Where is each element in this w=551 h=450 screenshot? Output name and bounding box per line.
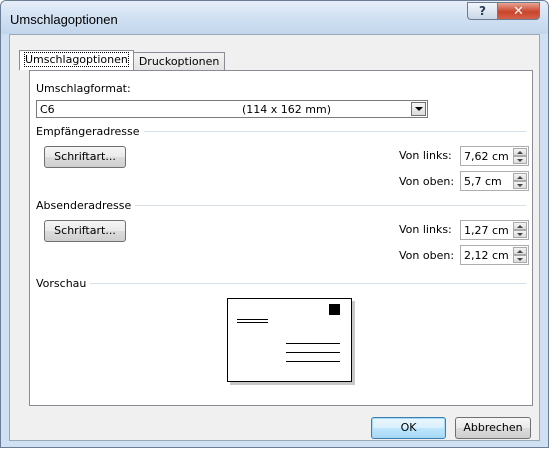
sender-from-top-value: 2,12 cm <box>464 249 509 262</box>
spin-down-icon[interactable] <box>513 255 527 263</box>
recipient-from-top-value: 5,7 cm <box>464 175 502 188</box>
sender-from-top-field[interactable]: 2,12 cm <box>460 245 529 265</box>
title-bar[interactable]: Umschlagoptionen ? ✕ <box>1 1 548 34</box>
tab-strip: Umschlagoptionen Druckoptionen <box>19 50 226 71</box>
spin-down-icon[interactable] <box>513 230 527 238</box>
close-icon: ✕ <box>513 3 524 19</box>
recipient-from-left-field[interactable]: 7,62 cm <box>460 146 529 166</box>
sender-group: Absenderadresse <box>36 199 526 212</box>
tab-druckoptionen[interactable]: Druckoptionen <box>132 52 226 70</box>
recipient-from-top-label: Von oben: <box>399 175 455 188</box>
help-button[interactable]: ? <box>467 2 497 20</box>
sender-from-top-label: Von oben: <box>399 249 455 262</box>
recipient-address-line <box>286 361 340 362</box>
window-title: Umschlagoptionen <box>10 12 118 27</box>
envelope-format-label: Umschlagformat: <box>36 82 131 95</box>
sender-from-left-field[interactable]: 1,27 cm <box>460 220 529 240</box>
help-icon: ? <box>479 4 486 18</box>
stamp-icon <box>329 304 340 315</box>
dropdown-arrow-icon[interactable] <box>411 102 426 116</box>
spin-up-icon[interactable] <box>513 247 527 255</box>
sender-from-left-value: 1,27 cm <box>464 224 509 237</box>
return-address-line <box>237 319 268 320</box>
sender-font-button[interactable]: Schriftart... <box>44 220 126 242</box>
envelope-format-select[interactable]: C6 (114 x 162 mm) <box>36 100 428 118</box>
recipient-from-left-label: Von links: <box>399 149 452 162</box>
recipient-font-button[interactable]: Schriftart... <box>44 146 126 168</box>
return-address-line <box>237 322 268 323</box>
preview-group: Vorschau <box>36 277 526 290</box>
title-buttons: ? ✕ <box>467 2 540 20</box>
recipient-from-left-value: 7,62 cm <box>464 150 509 163</box>
envelope-preview[interactable] <box>227 298 352 382</box>
tab-umschlagoptionen-label: Umschlagoptionen <box>24 52 129 67</box>
sender-from-left-label: Von links: <box>399 223 452 236</box>
tab-umschlagoptionen[interactable]: Umschlagoptionen <box>19 50 134 70</box>
spin-down-icon[interactable] <box>513 156 527 164</box>
spin-up-icon[interactable] <box>513 148 527 156</box>
envelope-format-value-dims: (114 x 162 mm) <box>242 103 332 116</box>
sender-group-label: Absenderadresse <box>36 199 136 212</box>
spin-up-icon[interactable] <box>513 222 527 230</box>
preview-group-label: Vorschau <box>36 277 91 290</box>
recipient-address-line <box>286 352 340 353</box>
spin-down-icon[interactable] <box>513 181 527 189</box>
recipient-address-line <box>286 343 340 344</box>
spin-up-icon[interactable] <box>513 173 527 181</box>
close-button[interactable]: ✕ <box>497 2 540 20</box>
recipient-from-top-field[interactable]: 5,7 cm <box>460 171 529 191</box>
recipient-group: Empfängeradresse <box>36 125 526 138</box>
recipient-group-label: Empfängeradresse <box>36 125 144 138</box>
tab-druckoptionen-label: Druckoptionen <box>138 55 220 68</box>
ok-button[interactable]: OK <box>371 417 446 439</box>
cancel-button[interactable]: Abbrechen <box>455 417 531 439</box>
envelope-format-value-name: C6 <box>40 103 55 116</box>
